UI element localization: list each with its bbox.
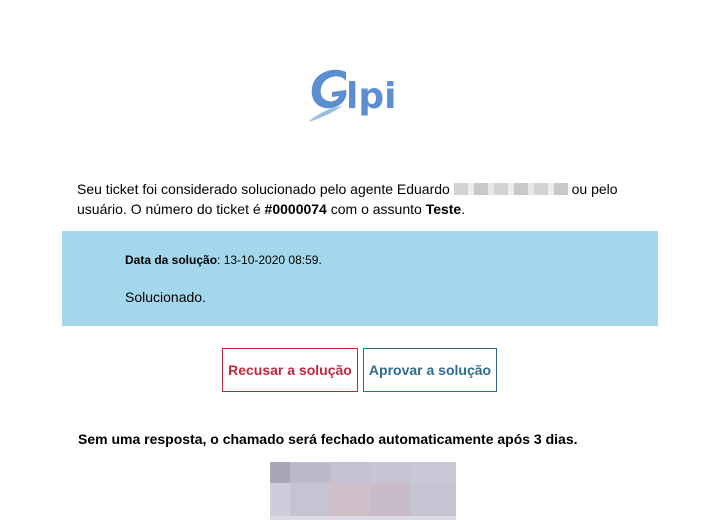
approve-solution-button[interactable]: Aprovar a solução — [363, 348, 497, 392]
solution-date-value: : 13-10-2020 08:59. — [217, 253, 322, 267]
logo-wordmark: lpi — [346, 76, 396, 117]
subject-prefix: com o assunto — [330, 201, 422, 217]
refuse-solution-button[interactable]: Recusar a solução — [222, 348, 358, 392]
pixelated-image — [270, 462, 456, 520]
auto-close-notice: Sem uma resposta, o chamado será fechado… — [78, 431, 578, 447]
solution-date-label: Data da solução — [125, 253, 218, 267]
glpi-logo: lpi — [306, 62, 416, 128]
ticket-number: #0000074 — [264, 201, 327, 217]
redacted-name — [453, 183, 568, 195]
solution-panel: Data da solução: 13-10-2020 08:59. Soluc… — [62, 231, 658, 326]
solution-text: Solucionado. — [125, 289, 206, 305]
intro-end: . — [461, 201, 466, 217]
solution-message: Seu ticket foi considerado solucionado p… — [77, 179, 667, 219]
ticket-subject: Teste — [425, 201, 462, 217]
intro-text: Seu ticket foi considerado solucionado p… — [77, 181, 450, 197]
solution-date: Data da solução: 13-10-2020 08:59. — [125, 253, 322, 267]
